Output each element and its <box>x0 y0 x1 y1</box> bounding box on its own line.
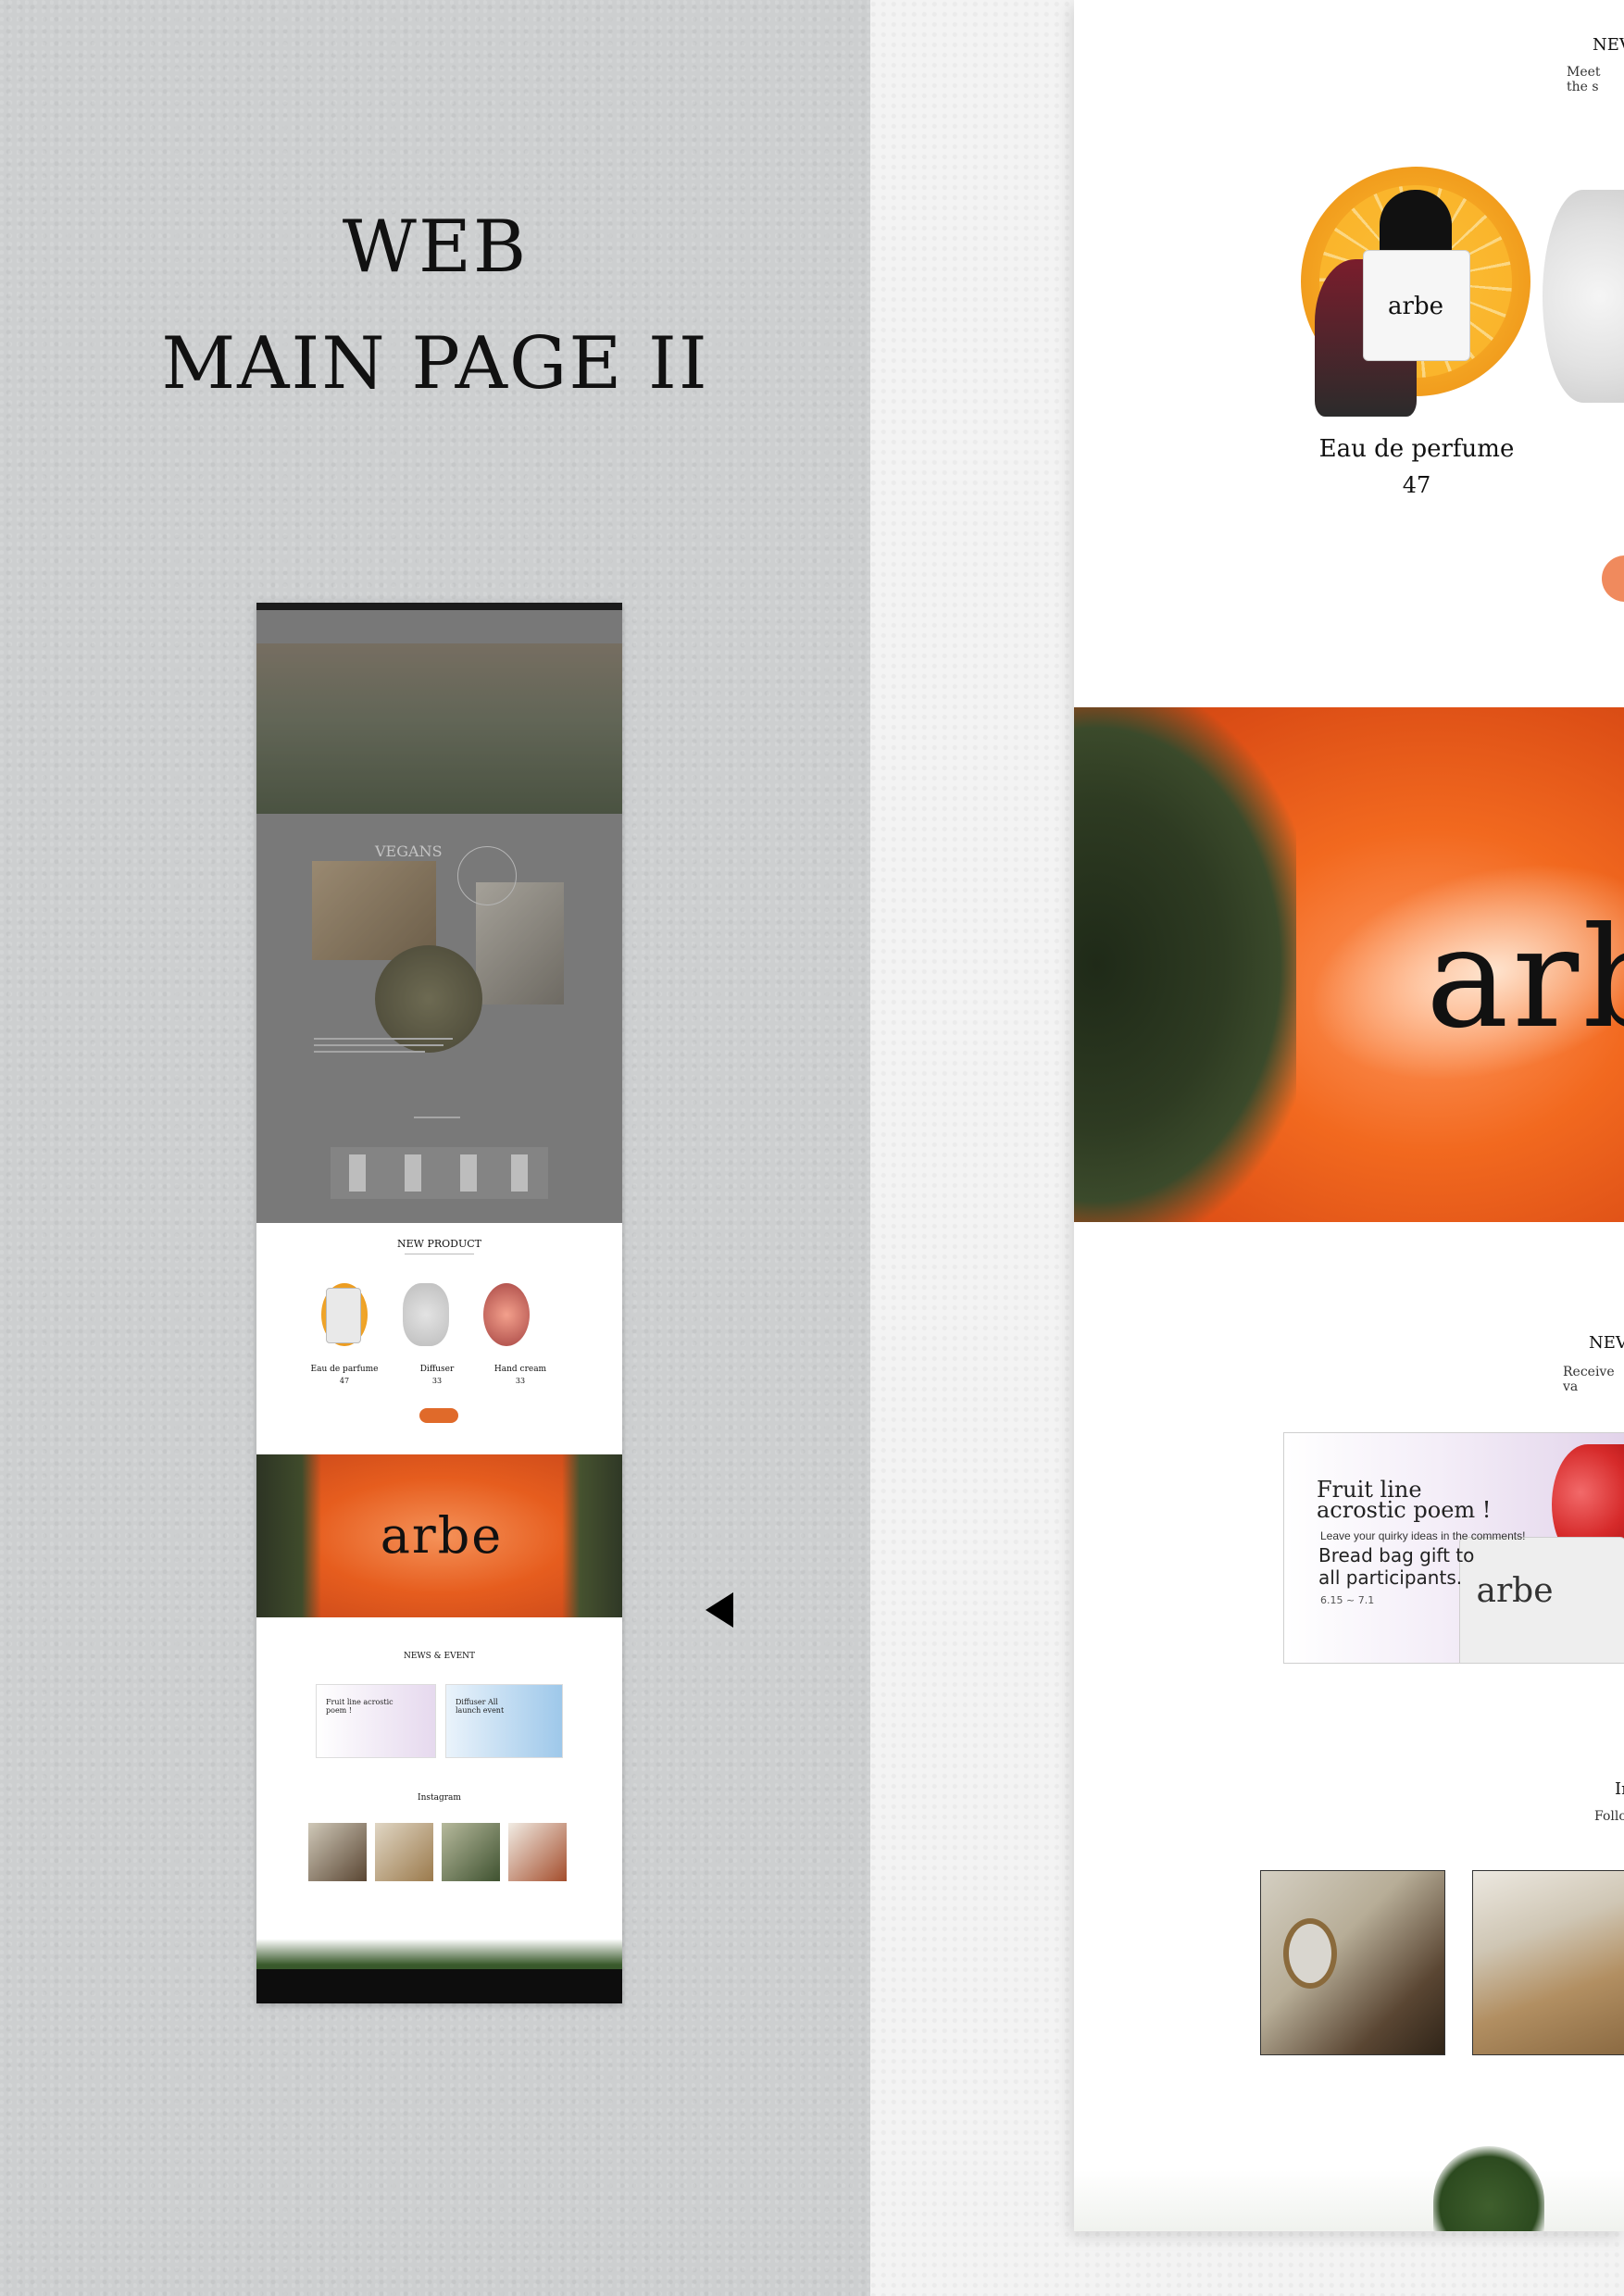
thumb-instagram-photo[interactable] <box>375 1823 433 1881</box>
instagram-subtitle: Follo <box>1594 1809 1624 1824</box>
thumb-product-image <box>403 1283 449 1346</box>
tree-foliage <box>1074 707 1296 1222</box>
mirror-object <box>1283 1918 1337 1989</box>
new-product-subtitle: Meet the s <box>1567 65 1601 94</box>
news-subtitle: Receive va <box>1563 1365 1615 1394</box>
full-page-thumbnail: VEGANS NEW PRODUCT Eau de parfume 47 Dif… <box>256 603 622 2003</box>
thumb-event-card-title: Fruit line acrostic poem ! <box>326 1698 394 1715</box>
product-name: Eau de perfume <box>1318 435 1515 463</box>
thumb-news-title: NEWS & EVENT <box>403 1652 476 1661</box>
instagram-photo-2[interactable] <box>1472 1870 1624 2055</box>
event-card-body-line2: all participants. <box>1318 1566 1463 1589</box>
thumb-tree-right <box>562 1454 622 1617</box>
pointer-arrow-icon <box>706 1592 733 1628</box>
thumb-event-card-title: Diffuser All launch event <box>456 1698 505 1715</box>
thumb-product-name: Eau de parfume <box>310 1365 379 1374</box>
event-card-subtitle: Leave your quirky ideas in the comments! <box>1320 1529 1526 1542</box>
presentation-title-line2: MAIN PAGE II <box>161 322 709 406</box>
presentation-title-line1: WEB <box>342 206 529 289</box>
thumb-product-price: 33 <box>515 1377 526 1385</box>
perfume-logo: arbe <box>1388 293 1443 320</box>
thumb-product-price: 47 <box>339 1377 350 1385</box>
event-card-body-line1: Bread bag gift to <box>1318 1544 1475 1566</box>
event-card-title-line2: acrostic poem ! <box>1317 1497 1492 1523</box>
thumb-footer <box>256 1969 622 2003</box>
event-card-title: Fruit line acrostic poem ! <box>1317 1479 1492 1523</box>
thumb-instagram-photo[interactable] <box>442 1823 500 1881</box>
thumb-event-card-2[interactable]: Diffuser All launch event <box>445 1684 563 1758</box>
more-button-edge[interactable] <box>1602 555 1624 602</box>
thumb-new-product-title: NEW PRODUCT <box>396 1238 481 1250</box>
event-card-body: Bread bag gift to all participants. <box>1318 1544 1474 1589</box>
thumb-product-image <box>483 1283 530 1346</box>
thumb-product-name: Hand cream <box>493 1365 547 1374</box>
thumb-tree-left <box>256 1454 321 1617</box>
main-page-detail: NEV Meet the s arbe Eau de perfume 47 ar… <box>1074 0 1624 2231</box>
news-heading: NEV <box>1589 1333 1624 1353</box>
thumb-instagram-photo[interactable] <box>308 1823 367 1881</box>
event-card-dates: 6.15 ~ 7.1 <box>1320 1594 1375 1606</box>
thumb-more-button[interactable] <box>419 1408 458 1423</box>
brand-logo: arbe <box>1426 898 1624 1059</box>
thumb-product-bottle <box>326 1288 361 1343</box>
bag-logo: arbe <box>1476 1572 1554 1610</box>
thumb-event-card-1[interactable]: Fruit line acrostic poem ! <box>316 1684 436 1758</box>
thumb-instagram-photo[interactable] <box>508 1823 567 1881</box>
new-product-heading: NEV <box>1593 35 1624 55</box>
product-price: 47 <box>1402 472 1431 498</box>
instagram-heading: In <box>1615 1779 1624 1799</box>
thumb-brand-logo: arbe <box>380 1506 504 1565</box>
diffuser-image[interactable] <box>1543 190 1624 403</box>
perfume-cap <box>1380 190 1452 255</box>
thumb-instagram-title: Instagram <box>418 1793 461 1803</box>
